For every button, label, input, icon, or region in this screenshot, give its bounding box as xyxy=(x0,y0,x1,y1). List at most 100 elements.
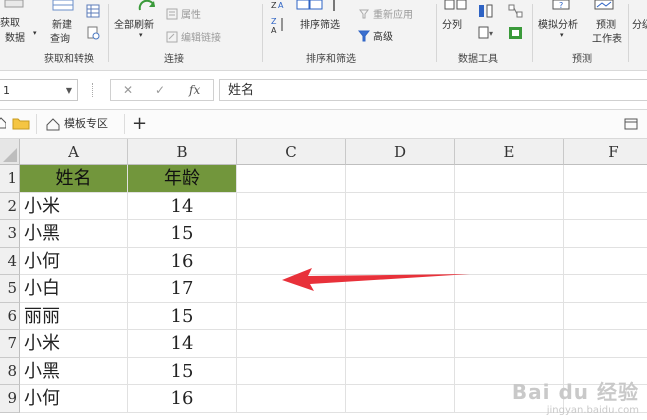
cell-b1[interactable]: 年龄 xyxy=(128,165,237,193)
cell-d2[interactable] xyxy=(346,192,455,220)
insert-function-icon[interactable]: fx xyxy=(189,80,200,101)
row-header-2[interactable]: 2 xyxy=(0,192,20,220)
new-query-label-1[interactable]: 新建 xyxy=(52,16,72,31)
cancel-icon[interactable]: ✕ xyxy=(123,80,133,101)
cell-d7[interactable] xyxy=(346,330,455,358)
cell-f3[interactable] xyxy=(564,220,647,248)
tab-template-zone[interactable]: 模板专区 xyxy=(46,114,108,134)
cell-a9[interactable]: 小何 xyxy=(20,385,128,413)
cell-b5[interactable]: 17 xyxy=(128,275,237,303)
outline-button[interactable]: 分级 xyxy=(632,16,647,31)
window-icon[interactable] xyxy=(624,118,638,130)
home-icon[interactable] xyxy=(0,117,6,129)
select-all-corner[interactable] xyxy=(0,139,20,165)
whatif-dropdown-icon[interactable]: ▾ xyxy=(560,31,564,39)
cell-f1[interactable] xyxy=(564,165,647,193)
filter-button[interactable]: 筛选 xyxy=(320,16,340,31)
tab-divider xyxy=(124,114,125,134)
cell-e2[interactable] xyxy=(455,192,564,220)
reapply-button[interactable]: 重新应用 xyxy=(358,6,413,21)
get-data-label-1[interactable]: 获取 xyxy=(0,14,20,29)
data-model-icon[interactable] xyxy=(508,26,524,40)
row-header-4[interactable]: 4 xyxy=(0,247,20,275)
cell-e3[interactable] xyxy=(455,220,564,248)
cell-c9[interactable] xyxy=(237,385,346,413)
cell-f2[interactable] xyxy=(564,193,647,220)
cell-b4[interactable]: 16 xyxy=(128,247,237,275)
cell-a5[interactable]: 小白 xyxy=(20,275,128,303)
cell-e7[interactable] xyxy=(455,330,564,358)
cell-c1[interactable] xyxy=(237,165,346,193)
refresh-dropdown-icon[interactable]: ▾ xyxy=(139,31,143,39)
name-box[interactable]: 1 ▼ xyxy=(0,79,78,101)
cell-c7[interactable] xyxy=(237,330,346,358)
recent-sources-icon[interactable] xyxy=(86,26,100,40)
get-data-icon xyxy=(4,0,24,8)
cell-a2[interactable]: 小米 xyxy=(20,192,128,220)
whatif-analysis-button[interactable]: 模拟分析 xyxy=(538,16,578,31)
cell-a8[interactable]: 小黑 xyxy=(20,357,128,385)
cell-f5[interactable] xyxy=(564,275,647,303)
validation-icon[interactable]: ▾ xyxy=(478,26,496,40)
column-header-d[interactable]: D xyxy=(346,139,455,165)
column-header-e[interactable]: E xyxy=(455,139,564,165)
cell-c2[interactable] xyxy=(237,192,346,220)
column-header-a[interactable]: A xyxy=(20,139,128,165)
cell-d1[interactable] xyxy=(346,165,455,193)
cell-d6[interactable] xyxy=(346,302,455,330)
cell-e1[interactable] xyxy=(455,165,564,193)
forecast-sheet-label-2[interactable]: 工作表 xyxy=(592,30,622,45)
cell-c3[interactable] xyxy=(237,220,346,248)
table-icon[interactable] xyxy=(86,4,100,18)
row-header-5[interactable]: 5 xyxy=(0,275,20,303)
enter-icon[interactable]: ✓ xyxy=(155,80,165,101)
sort-za-icon[interactable]: ZA xyxy=(270,16,286,34)
edit-links-button[interactable]: 编辑链接 xyxy=(166,29,221,44)
relationships-icon[interactable] xyxy=(508,4,524,18)
cell-b9[interactable]: 16 xyxy=(128,385,237,413)
cell-c8[interactable] xyxy=(237,357,346,385)
cell-b3[interactable]: 15 xyxy=(128,220,237,248)
cell-a4[interactable]: 小何 xyxy=(20,247,128,275)
cell-a7[interactable]: 小米 xyxy=(20,330,128,358)
row-header-6[interactable]: 6 xyxy=(0,302,20,330)
advanced-button[interactable]: 高级 xyxy=(358,28,393,43)
cell-c6[interactable] xyxy=(237,302,346,330)
cell-f4[interactable] xyxy=(564,248,647,275)
get-data-dropdown-icon[interactable]: ▾ xyxy=(33,29,37,37)
cell-f7[interactable] xyxy=(564,330,647,358)
cell-e6[interactable] xyxy=(455,302,564,330)
cell-b2[interactable]: 14 xyxy=(128,192,237,220)
refresh-all-button[interactable]: 全部刷新 xyxy=(114,16,154,31)
cell-d3[interactable] xyxy=(346,220,455,248)
cell-d9[interactable] xyxy=(346,385,455,413)
split-columns-button[interactable]: 分列 xyxy=(442,16,462,31)
sort-button[interactable]: 排序 xyxy=(300,16,320,31)
column-header-c[interactable]: C xyxy=(237,139,346,165)
row-header-3[interactable]: 3 xyxy=(0,220,20,248)
cell-f6[interactable] xyxy=(564,303,647,330)
properties-button[interactable]: 属性 xyxy=(166,6,201,21)
row-header-9[interactable]: 9 xyxy=(0,385,20,413)
cell-b8[interactable]: 15 xyxy=(128,357,237,385)
cell-b7[interactable]: 14 xyxy=(128,330,237,358)
get-data-label-2[interactable]: 数据 xyxy=(5,29,25,44)
add-tab-button[interactable]: + xyxy=(132,114,147,134)
cell-a6[interactable]: 丽丽 xyxy=(20,302,128,330)
name-box-dropdown-icon[interactable]: ▼ xyxy=(66,80,72,102)
cell-a1[interactable]: 姓名 xyxy=(20,165,128,193)
row-header-8[interactable]: 8 xyxy=(0,357,20,385)
forecast-sheet-label-1[interactable]: 预测 xyxy=(596,16,616,31)
flash-fill-icon[interactable] xyxy=(478,4,494,18)
cell-b6[interactable]: 15 xyxy=(128,302,237,330)
row-header-1[interactable]: 1 xyxy=(0,165,20,193)
sort-az-icon[interactable]: ZA xyxy=(270,0,286,10)
column-header-f[interactable]: F xyxy=(564,139,647,165)
cell-d8[interactable] xyxy=(346,357,455,385)
folder-icon[interactable] xyxy=(12,116,30,130)
formula-input[interactable]: 姓名 xyxy=(219,79,647,101)
cell-a3[interactable]: 小黑 xyxy=(20,220,128,248)
column-header-b[interactable]: B xyxy=(128,139,237,165)
row-header-7[interactable]: 7 xyxy=(0,330,20,358)
new-query-label-2[interactable]: 查询 xyxy=(50,30,70,45)
